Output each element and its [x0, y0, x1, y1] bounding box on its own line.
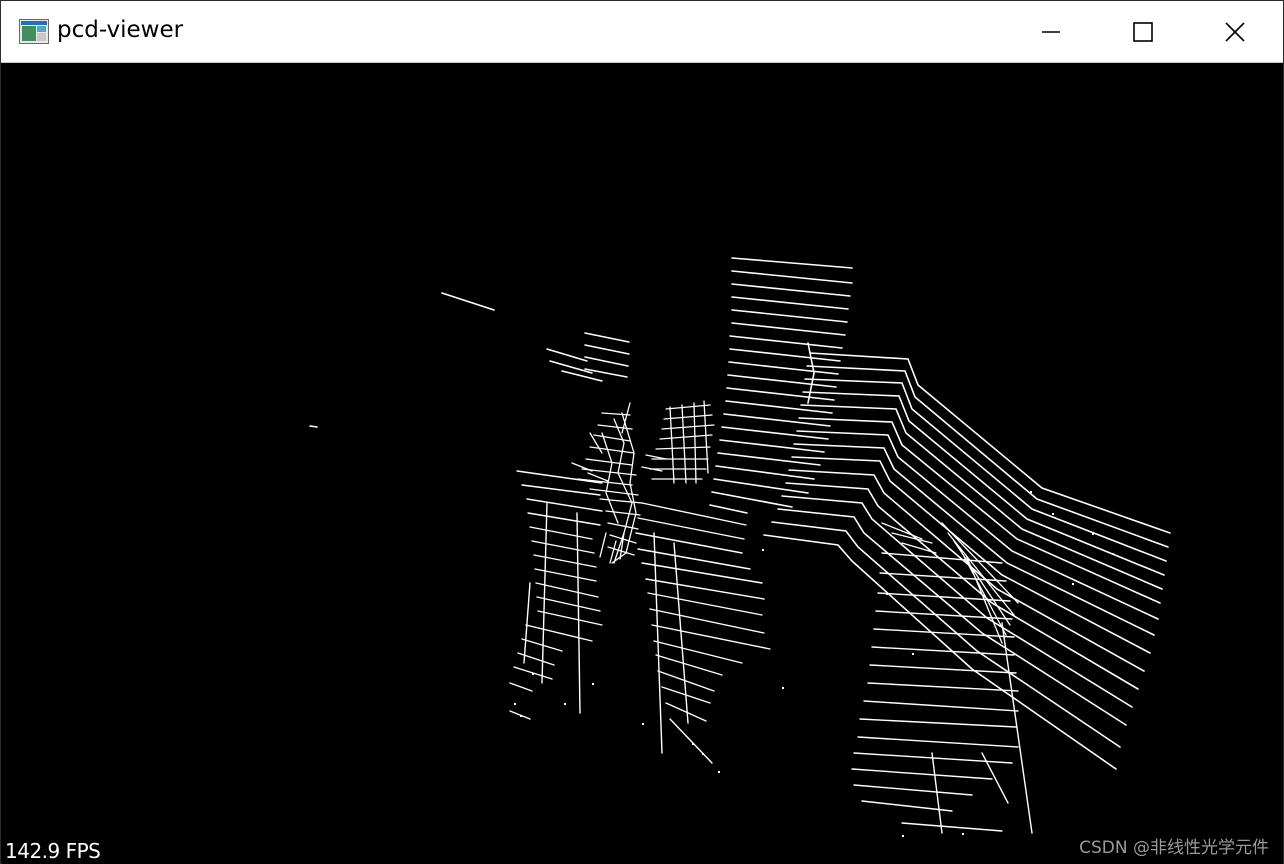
window-title: pcd-viewer: [57, 17, 184, 43]
point-cloud-viewport[interactable]: 142.9 FPS CSDN @非线性光学元件: [2, 63, 1283, 864]
scan-dense-bush: [571, 402, 643, 564]
maximize-button[interactable]: [1097, 1, 1189, 62]
close-icon: [1224, 21, 1246, 43]
close-button[interactable]: [1189, 1, 1281, 62]
fps-counter: 142.9 FPS: [5, 839, 101, 863]
scan-ladder-middle: [635, 502, 771, 764]
minimize-button[interactable]: [1005, 1, 1097, 62]
title-bar[interactable]: pcd-viewer: [1, 1, 1283, 63]
scan-ladder-upper: [546, 332, 630, 382]
app-window-icon: [19, 19, 49, 44]
scan-ground-rings: [851, 552, 1033, 834]
watermark-text: CSDN @非线性光学元件: [1079, 838, 1269, 858]
scan-ladder-left: [509, 470, 603, 720]
pcd-viewer-window: pcd-viewer 142.9 FPS CSDN @非线性光学元件: [0, 0, 1284, 864]
point-cloud-render: [309, 257, 1171, 837]
scan-wall-back: [709, 257, 853, 514]
minimize-icon: [1041, 22, 1061, 42]
maximize-icon: [1132, 21, 1154, 43]
scan-dense-foliage: [641, 400, 715, 484]
scan-fragment-left: [309, 292, 495, 428]
